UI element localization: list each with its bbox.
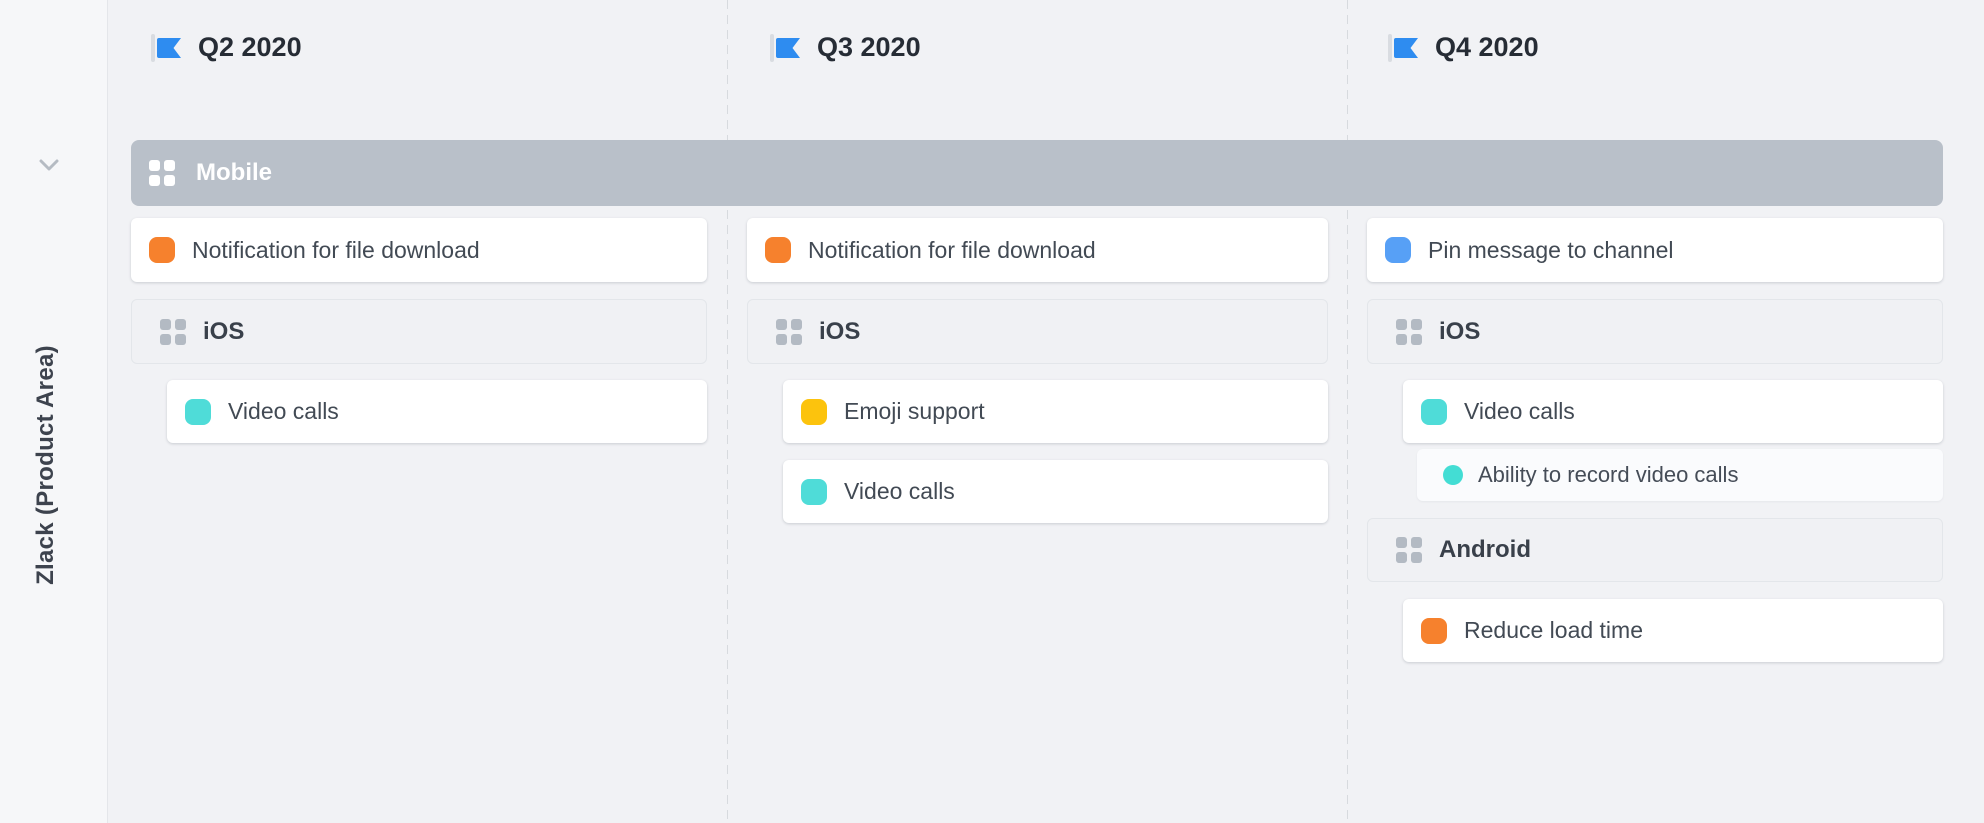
- feature-title: Pin message to channel: [1428, 236, 1674, 263]
- quarter-header-q4-2020: Q4 2020: [1388, 32, 1539, 62]
- quarter-header-q2-2020: Q2 2020: [151, 32, 302, 62]
- feature-title: Reduce load time: [1464, 617, 1643, 643]
- grid-icon: [776, 318, 802, 345]
- feature-card-video-calls[interactable]: Video calls: [1403, 380, 1943, 443]
- feature-color-swatch: [185, 398, 211, 425]
- feature-card-notification-for-file-download[interactable]: Notification for file download: [131, 218, 707, 282]
- feature-color-swatch: [765, 237, 791, 263]
- feature-card-emoji-support[interactable]: Emoji support: [783, 380, 1328, 443]
- feature-card-video-calls[interactable]: Video calls: [783, 460, 1328, 523]
- quarter-header-q3-2020: Q3 2020: [770, 32, 921, 62]
- group-row-mobile[interactable]: Mobile: [131, 140, 1943, 206]
- flag-pole: [1388, 34, 1392, 62]
- feature-title: Video calls: [228, 398, 339, 424]
- grid-icon: [1396, 318, 1422, 345]
- feature-color-swatch: [1421, 617, 1447, 644]
- quarter-label: Q3 2020: [817, 31, 921, 62]
- feature-title: Video calls: [844, 478, 955, 504]
- grid-icon: [149, 160, 175, 186]
- subgroup-label: Android: [1439, 536, 1531, 563]
- feature-color-swatch: [1421, 398, 1447, 425]
- grid-icon: [1396, 537, 1422, 563]
- chevron-down-icon[interactable]: [39, 158, 59, 172]
- subfeature-title: Ability to record video calls: [1478, 462, 1739, 487]
- feature-card-pin-message-to-channel[interactable]: Pin message to channel: [1367, 218, 1943, 282]
- quarter-divider: [727, 0, 728, 823]
- subgroup-row-ios[interactable]: iOS: [747, 299, 1328, 364]
- feature-title: Notification for file download: [808, 236, 1096, 263]
- subgroup-label: iOS: [819, 317, 861, 345]
- group-label: Mobile: [196, 159, 272, 186]
- flag-icon: [1394, 37, 1418, 58]
- feature-color-swatch: [1385, 237, 1411, 263]
- subfeature-color-dot: [1443, 465, 1463, 485]
- feature-color-swatch: [801, 478, 827, 505]
- flag-icon: [776, 37, 800, 58]
- subgroup-row-android[interactable]: Android: [1367, 518, 1943, 582]
- subgroup-label: iOS: [1439, 317, 1481, 345]
- feature-card-notification-for-file-download[interactable]: Notification for file download: [747, 218, 1328, 282]
- roadmap-canvas: Q2 2020 Q3 2020 Q4 2020 Mobile Notificat…: [0, 0, 1984, 823]
- subfeature-card-ability-to-record-video-calls[interactable]: Ability to record video calls: [1417, 449, 1943, 501]
- row-header-sidebar: Zlack (Product Area): [0, 0, 108, 823]
- feature-card-video-calls[interactable]: Video calls: [167, 380, 707, 443]
- feature-card-reduce-load-time[interactable]: Reduce load time: [1403, 599, 1943, 662]
- row-label: Zlack (Product Area): [32, 345, 59, 585]
- quarter-label: Q2 2020: [198, 31, 302, 62]
- feature-title: Emoji support: [844, 398, 985, 424]
- subgroup-label: iOS: [203, 317, 245, 345]
- feature-color-swatch: [801, 398, 827, 425]
- subgroup-row-ios[interactable]: iOS: [131, 299, 707, 364]
- flag-pole: [770, 34, 774, 62]
- quarter-label: Q4 2020: [1435, 31, 1539, 62]
- feature-color-swatch: [149, 237, 175, 263]
- quarter-divider: [1347, 0, 1348, 823]
- flag-icon: [157, 37, 181, 58]
- flag-pole: [151, 34, 155, 62]
- feature-title: Video calls: [1464, 398, 1575, 424]
- feature-title: Notification for file download: [192, 236, 480, 263]
- subgroup-row-ios[interactable]: iOS: [1367, 299, 1943, 364]
- grid-icon: [160, 318, 186, 345]
